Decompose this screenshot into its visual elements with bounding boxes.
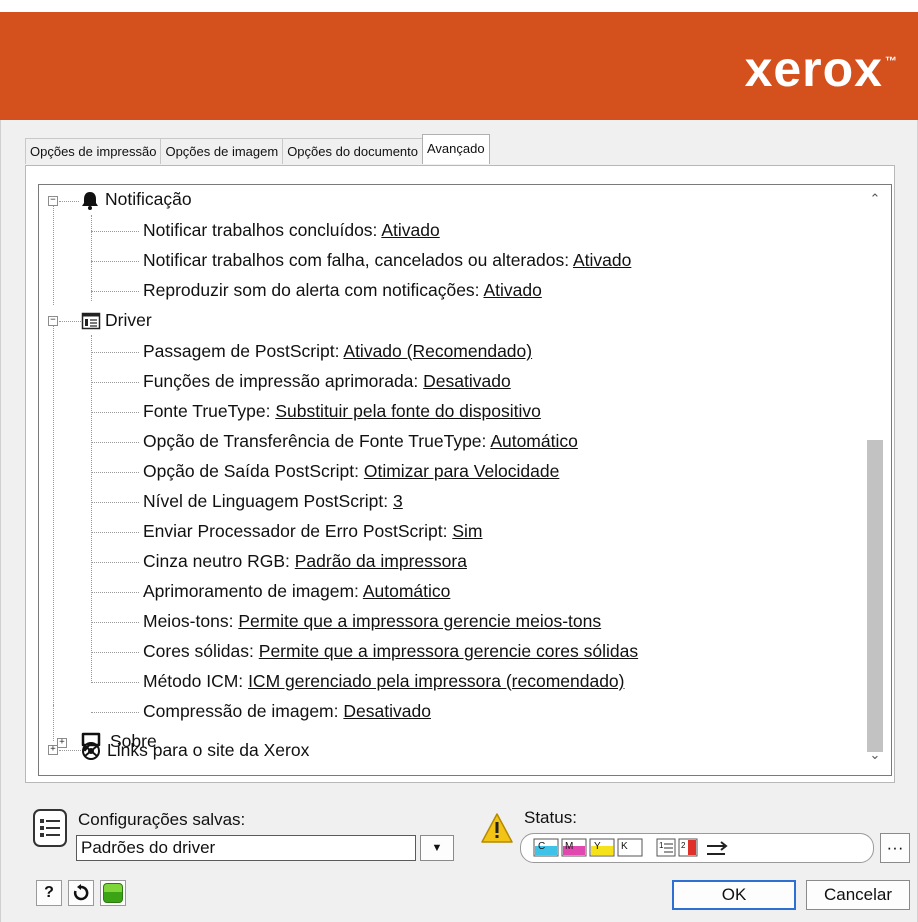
svg-text:Y: Y bbox=[594, 841, 601, 852]
setting-reproduzir-som[interactable]: Reproduzir som do alerta com notificaçõe… bbox=[143, 280, 542, 301]
tree-line bbox=[91, 215, 92, 301]
tree-line bbox=[53, 205, 54, 305]
tree-line bbox=[59, 321, 81, 322]
setting-cinza-neutro[interactable]: Cinza neutro RGB: Padrão da impressora bbox=[143, 551, 467, 572]
tree-line bbox=[91, 592, 139, 593]
svg-text:2: 2 bbox=[681, 841, 686, 850]
tree-line bbox=[91, 472, 139, 473]
tree-line bbox=[91, 412, 139, 413]
collapse-notificacao-toggle[interactable]: − bbox=[48, 196, 58, 206]
more-status-button[interactable]: ··· bbox=[880, 833, 910, 863]
tab-opcoes-impressao[interactable]: Opções de impressão bbox=[25, 138, 162, 164]
collapse-driver-toggle[interactable]: − bbox=[48, 316, 58, 326]
tree-line bbox=[91, 231, 139, 232]
setting-saida-postscript[interactable]: Opção de Saída PostScript: Otimizar para… bbox=[143, 461, 559, 482]
advanced-tab-panel: − Notificação Notificar trabalhos conclu… bbox=[25, 165, 895, 783]
xerox-logo: xerox ™ bbox=[744, 41, 898, 97]
setting-passagem-postscript[interactable]: Passagem de PostScript: Ativado (Recomen… bbox=[143, 341, 532, 362]
reset-defaults-button[interactable] bbox=[68, 880, 94, 906]
dropdown-arrow-icon[interactable]: ▼ bbox=[420, 835, 454, 861]
saved-settings-icon[interactable] bbox=[32, 808, 68, 848]
tab-opcoes-imagem[interactable]: Opções de imagem bbox=[160, 138, 284, 164]
svg-text:M: M bbox=[565, 841, 573, 852]
setting-fonte-truetype[interactable]: Fonte TrueType: Substituir pela fonte do… bbox=[143, 401, 541, 422]
status-panel[interactable]: C M Y K 1 2 bbox=[520, 833, 874, 863]
scroll-thumb[interactable] bbox=[867, 440, 883, 752]
tree-scrollbar[interactable]: ⌃ ⌄ bbox=[864, 184, 886, 770]
setting-compressao-imagem[interactable]: Compressão de imagem: Desativado bbox=[143, 701, 431, 722]
tree-line bbox=[59, 750, 81, 751]
undo-arrow-icon bbox=[73, 884, 89, 901]
tab-bar: Opções de impressão Opções de imagem Opç… bbox=[25, 134, 490, 164]
paper-trays-icon: 1 2 bbox=[656, 838, 728, 857]
expand-sobre-toggle[interactable]: + bbox=[57, 738, 67, 748]
tree-group-driver[interactable]: Driver bbox=[105, 310, 152, 331]
tree-line bbox=[91, 335, 92, 683]
advanced-settings-tree[interactable]: − Notificação Notificar trabalhos conclu… bbox=[38, 184, 892, 776]
setting-funcoes-impressao[interactable]: Funções de impressão aprimorada: Desativ… bbox=[143, 371, 511, 392]
green-eco-icon bbox=[103, 883, 123, 903]
driver-window-icon bbox=[81, 312, 101, 330]
svg-text:K: K bbox=[621, 841, 628, 852]
scroll-down-arrow-icon[interactable]: ⌄ bbox=[864, 744, 886, 766]
tree-line bbox=[53, 705, 54, 741]
cancel-button[interactable]: Cancelar bbox=[806, 880, 910, 910]
eco-settings-button[interactable] bbox=[100, 880, 126, 906]
tree-line bbox=[91, 532, 139, 533]
setting-nivel-linguagem[interactable]: Nível de Linguagem PostScript: 3 bbox=[143, 491, 403, 512]
tab-opcoes-documento[interactable]: Opções do documento bbox=[282, 138, 423, 164]
saved-settings-label: Configurações salvas: bbox=[78, 810, 246, 829]
bell-icon bbox=[82, 192, 98, 210]
tab-avancado[interactable]: Avançado bbox=[422, 134, 490, 164]
setting-aprimoramento-imagem[interactable]: Aprimoramento de imagem: Automático bbox=[143, 581, 450, 602]
tree-line bbox=[59, 201, 79, 202]
setting-notificar-concluidos[interactable]: Notificar trabalhos concluídos: Ativado bbox=[143, 220, 440, 241]
scroll-up-arrow-icon[interactable]: ⌃ bbox=[864, 188, 886, 210]
tree-group-notificacao[interactable]: Notificação bbox=[105, 189, 192, 210]
tree-group-sobre[interactable]: Sobre bbox=[110, 731, 157, 752]
toner-levels-icon: C M Y K bbox=[533, 838, 643, 857]
tree-line bbox=[91, 682, 139, 683]
tree-line bbox=[91, 622, 139, 623]
saved-settings-select[interactable]: Padrões do driver bbox=[76, 835, 416, 861]
tree-line bbox=[91, 261, 139, 262]
setting-transferencia-fonte[interactable]: Opção de Transferência de Fonte TrueType… bbox=[143, 431, 578, 452]
setting-notificar-falha[interactable]: Notificar trabalhos com falha, cancelado… bbox=[143, 250, 631, 271]
printer-preferences-dialog: Opções de impressão Opções de imagem Opç… bbox=[0, 120, 918, 922]
tree-line bbox=[91, 502, 139, 503]
setting-metodo-icm[interactable]: Método ICM: ICM gerenciado pela impresso… bbox=[143, 671, 625, 692]
speech-bubble-icon bbox=[81, 732, 101, 752]
tree-line bbox=[91, 352, 139, 353]
setting-processador-erro[interactable]: Enviar Processador de Erro PostScript: S… bbox=[143, 521, 482, 542]
top-margin bbox=[0, 0, 918, 12]
tree-line bbox=[53, 325, 54, 705]
help-button[interactable]: ? bbox=[36, 880, 62, 906]
svg-text:C: C bbox=[538, 841, 545, 852]
tree-line bbox=[91, 291, 139, 292]
setting-meios-tons[interactable]: Meios-tons: Permite que a impressora ger… bbox=[143, 611, 601, 632]
svg-text:1: 1 bbox=[659, 841, 664, 850]
setting-cores-solidas[interactable]: Cores sólidas: Permite que a impressora … bbox=[143, 641, 638, 662]
status-label: Status: bbox=[524, 808, 577, 827]
tree-line bbox=[91, 382, 139, 383]
xerox-banner: xerox ™ bbox=[0, 12, 918, 120]
tree-line bbox=[91, 562, 139, 563]
tree-line bbox=[91, 652, 139, 653]
ok-button[interactable]: OK bbox=[672, 880, 796, 910]
tree-line bbox=[91, 442, 139, 443]
tree-line bbox=[91, 712, 139, 713]
warning-icon bbox=[481, 813, 513, 843]
